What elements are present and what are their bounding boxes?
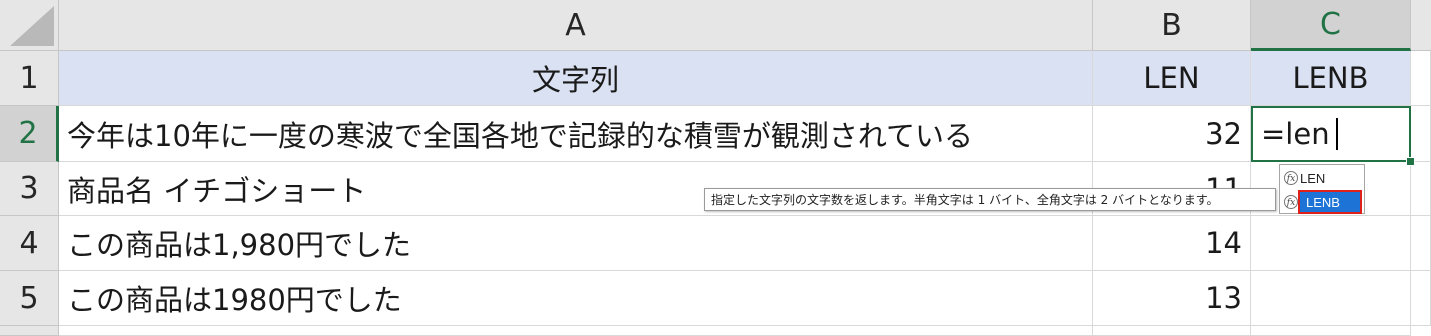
fill-handle[interactable]: [1406, 157, 1415, 166]
row-header-2[interactable]: 2: [0, 106, 59, 162]
row-header-4[interactable]: 4: [0, 216, 59, 271]
spreadsheet-grid: A B C 1 2 3 4 5 文字列 LEN LENB 今年は10年に一度の寒…: [0, 0, 1431, 336]
function-description-tooltip: 指定した文字列の文字数を返します。半角文字は 1 バイト、全角文字は 2 バイト…: [704, 188, 1276, 211]
text-cursor: [1335, 118, 1338, 150]
cell-b5[interactable]: 13: [1093, 271, 1251, 326]
column-header-next[interactable]: [1411, 0, 1431, 51]
cell-a1[interactable]: 文字列: [59, 51, 1093, 106]
cell-a5[interactable]: この商品は1980円でした: [59, 271, 1093, 326]
autocomplete-item-lenb[interactable]: fx LENB: [1282, 190, 1362, 214]
cell-c6[interactable]: [1251, 326, 1411, 336]
cell-b6[interactable]: [1093, 326, 1251, 336]
cell-c5[interactable]: [1251, 271, 1411, 326]
tooltip-text: 指定した文字列の文字数を返します。半角文字は 1 バイト、全角文字は 2 バイト…: [711, 193, 1219, 207]
cell-c1[interactable]: LENB: [1251, 51, 1411, 106]
cell-a2[interactable]: 今年は10年に一度の寒波で全国各地で記録的な積雪が観測されている: [59, 106, 1093, 162]
cell-a4[interactable]: この商品は1,980円でした: [59, 216, 1093, 271]
cell-c2-editor[interactable]: =len: [1251, 106, 1411, 162]
function-icon: fx: [1284, 171, 1298, 185]
cell-a6[interactable]: [59, 326, 1093, 336]
select-all-button[interactable]: [0, 0, 59, 51]
row-header-6[interactable]: [0, 326, 59, 336]
cell-d3[interactable]: [1411, 162, 1431, 216]
cell-d2[interactable]: [1411, 106, 1431, 162]
formula-autocomplete-list: fx LEN fx LENB: [1279, 164, 1365, 214]
autocomplete-item-label: LENB: [1298, 190, 1362, 214]
cell-d5[interactable]: [1411, 271, 1431, 326]
cell-c2-formula-text: =len: [1261, 117, 1330, 151]
cell-b2[interactable]: 32: [1093, 106, 1251, 162]
select-all-triangle-icon: [10, 6, 54, 46]
cell-c4[interactable]: [1251, 216, 1411, 271]
column-header-b[interactable]: B: [1093, 0, 1251, 51]
cell-b1[interactable]: LEN: [1093, 51, 1251, 106]
column-header-a[interactable]: A: [59, 0, 1093, 51]
cell-d4[interactable]: [1411, 216, 1431, 271]
autocomplete-item-len[interactable]: fx LEN: [1282, 167, 1362, 189]
function-icon: fx: [1284, 195, 1298, 209]
row-header-3[interactable]: 3: [0, 162, 59, 216]
column-header-c[interactable]: C: [1251, 0, 1411, 51]
row-header-1[interactable]: 1: [0, 51, 59, 106]
cell-d1[interactable]: [1411, 51, 1431, 106]
row-header-5[interactable]: 5: [0, 271, 59, 326]
cell-b4[interactable]: 14: [1093, 216, 1251, 271]
autocomplete-item-label: LEN: [1300, 170, 1326, 186]
